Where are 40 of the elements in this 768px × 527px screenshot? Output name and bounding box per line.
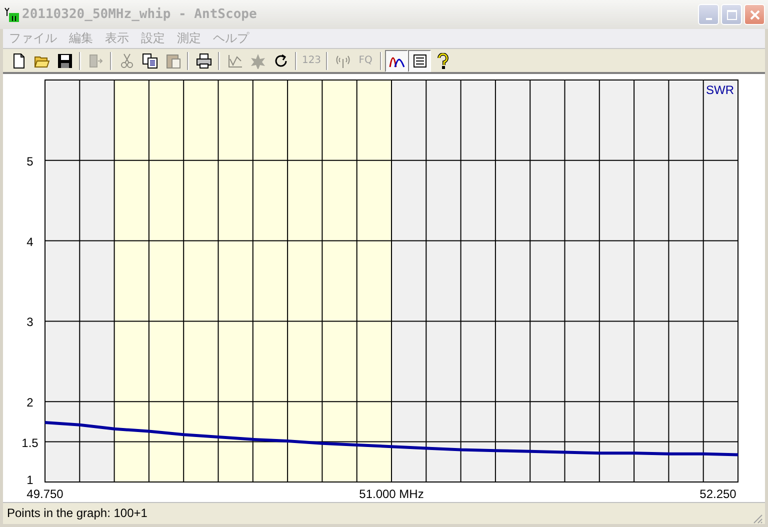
list-icon <box>412 52 428 69</box>
resize-grip-icon[interactable] <box>751 512 763 524</box>
x-tick-label: 49.750 <box>26 486 64 501</box>
x-tick-label: 51.000 MHz <box>359 486 424 501</box>
menu-item[interactable]: ヘルプ <box>207 30 255 48</box>
app-icon <box>4 6 20 23</box>
minimize-icon <box>706 18 712 20</box>
menu-item[interactable]: 測定 <box>171 30 207 48</box>
y-tick-label: 5 <box>26 154 34 168</box>
cut-icon <box>118 52 134 69</box>
y-tick-label: 3 <box>26 314 34 329</box>
menu-item[interactable]: ファイル <box>3 30 63 48</box>
window-title: 20110320_50MHz_whip - AntScope <box>22 7 257 22</box>
paste-icon <box>164 52 180 69</box>
minimize-button[interactable] <box>698 4 719 26</box>
star-icon <box>250 52 266 69</box>
y-tick-label: 2 <box>26 395 34 410</box>
menu-item[interactable]: 編集 <box>63 30 99 48</box>
close-icon <box>750 10 760 20</box>
toolbar-button[interactable] <box>385 50 408 72</box>
y-tick-label: 1 <box>26 472 34 487</box>
x-tick-label: 52.250 <box>700 486 736 501</box>
maximize-button[interactable] <box>721 4 742 26</box>
printer-icon <box>196 52 212 69</box>
new-file-icon <box>10 52 26 69</box>
menu-item[interactable]: 設定 <box>135 30 171 48</box>
toolbar-button[interactable] <box>408 50 431 72</box>
copy-icon <box>142 52 158 69</box>
series-label: SWR <box>706 82 734 97</box>
save-icon <box>56 52 72 69</box>
refresh-icon <box>272 52 288 69</box>
y-tick-label: 4 <box>26 234 34 248</box>
close-button[interactable] <box>744 4 765 26</box>
exit-icon <box>88 52 104 69</box>
y-tick-label: 1.5 <box>22 436 38 450</box>
menu-item[interactable]: 表示 <box>99 30 135 48</box>
chart-icon <box>226 52 242 69</box>
maximize-icon <box>726 10 736 20</box>
status-text: Points in the graph: 100+1 <box>7 506 148 520</box>
help-icon <box>434 52 450 69</box>
